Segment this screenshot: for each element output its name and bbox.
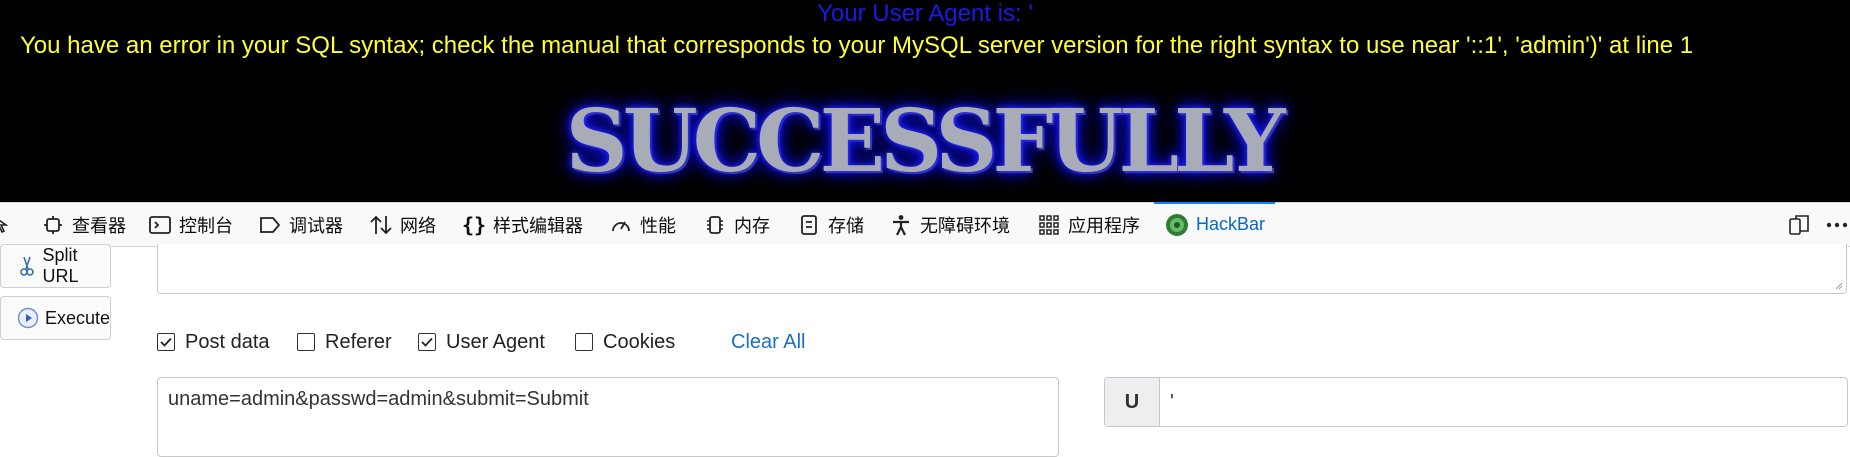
user-agent-label: User Agent (446, 330, 545, 353)
sql-error-message: You have an error in your SQL syntax; ch… (20, 32, 1694, 59)
tab-performance[interactable]: 性能 (608, 203, 676, 246)
tab-application[interactable]: 应用程序 (1036, 203, 1140, 246)
tab-debugger[interactable]: 调试器 (257, 203, 343, 246)
tab-hackbar[interactable]: HackBar (1153, 202, 1276, 246)
play-icon (17, 307, 39, 329)
tab-inspector[interactable]: 查看器 (40, 203, 126, 246)
hackbar-icon (1164, 212, 1190, 238)
referer-option[interactable]: Referer (297, 328, 392, 356)
network-icon (368, 212, 394, 238)
page-viewport: Your User Agent is: ' You have an error … (0, 0, 1850, 202)
tab-label: 无障碍环境 (920, 215, 1010, 236)
tab-label: 样式编辑器 (493, 215, 583, 236)
style-editor-icon: {} (461, 212, 487, 237)
application-icon (1036, 212, 1062, 238)
console-icon (147, 212, 173, 238)
tab-label: 性能 (640, 215, 676, 236)
tab-label: 存储 (828, 215, 864, 236)
url-textarea[interactable] (157, 244, 1847, 294)
resize-handle-icon[interactable] (1833, 280, 1843, 290)
user-agent-prefix: U (1105, 378, 1160, 426)
tab-label: HackBar (1196, 214, 1266, 234)
dock-layout-icon[interactable] (1786, 212, 1812, 238)
tab-network[interactable]: 网络 (368, 203, 436, 246)
scissors-icon (17, 255, 37, 277)
user-agent-input-group: U ' (1104, 377, 1848, 427)
tab-label: 控制台 (179, 215, 233, 236)
more-options-icon[interactable] (1824, 212, 1850, 238)
tab-label: 查看器 (72, 215, 126, 236)
successfully-banner: SUCCESSFULLY (565, 91, 1286, 192)
execute-label: Execute (45, 307, 111, 328)
tab-label: 调试器 (289, 215, 343, 236)
inspector-icon (40, 212, 66, 238)
cookies-option[interactable]: Cookies (575, 328, 675, 356)
tab-label: 内存 (734, 215, 770, 236)
performance-icon (608, 212, 634, 238)
user-agent-option[interactable]: User Agent (418, 328, 545, 356)
tab-storage[interactable]: 存储 (796, 203, 864, 246)
user-agent-checkbox[interactable] (418, 333, 436, 351)
cookies-checkbox[interactable] (575, 333, 593, 351)
split-url-button[interactable]: Split URL (0, 244, 111, 288)
post-data-textarea[interactable]: uname=admin&passwd=admin&submit=Submit (157, 377, 1059, 457)
split-url-label: Split URL (42, 245, 79, 286)
hackbar-panel: Split URL Execute Post data Referer User… (0, 244, 1850, 457)
debugger-icon (257, 212, 283, 238)
user-agent-input[interactable]: ' (1160, 378, 1847, 426)
clear-all-link[interactable]: Clear All (731, 328, 805, 356)
devtools-toolbar: 查看器 控制台 调试器 网络 {} 样式编辑器 性能 内存 存储 无障碍环境 应… (0, 202, 1850, 247)
accessibility-icon (888, 212, 914, 238)
tab-label: 网络 (400, 215, 436, 236)
tab-label: 应用程序 (1068, 215, 1140, 236)
referer-checkbox[interactable] (297, 333, 315, 351)
execute-button[interactable]: Execute (0, 296, 111, 340)
element-picker-icon[interactable] (0, 212, 16, 238)
storage-icon (796, 212, 822, 238)
cookies-label: Cookies (603, 330, 676, 353)
tab-memory[interactable]: 内存 (702, 203, 770, 246)
user-agent-message: Your User Agent is: ' (817, 0, 1033, 27)
memory-icon (702, 212, 728, 238)
tab-accessibility[interactable]: 无障碍环境 (888, 203, 1010, 246)
post-data-option[interactable]: Post data (157, 328, 270, 356)
tab-style-editor[interactable]: {} 样式编辑器 (461, 203, 583, 246)
post-data-label: Post data (185, 330, 270, 353)
tab-console[interactable]: 控制台 (147, 203, 233, 246)
referer-label: Referer (325, 330, 392, 353)
post-data-checkbox[interactable] (157, 333, 175, 351)
